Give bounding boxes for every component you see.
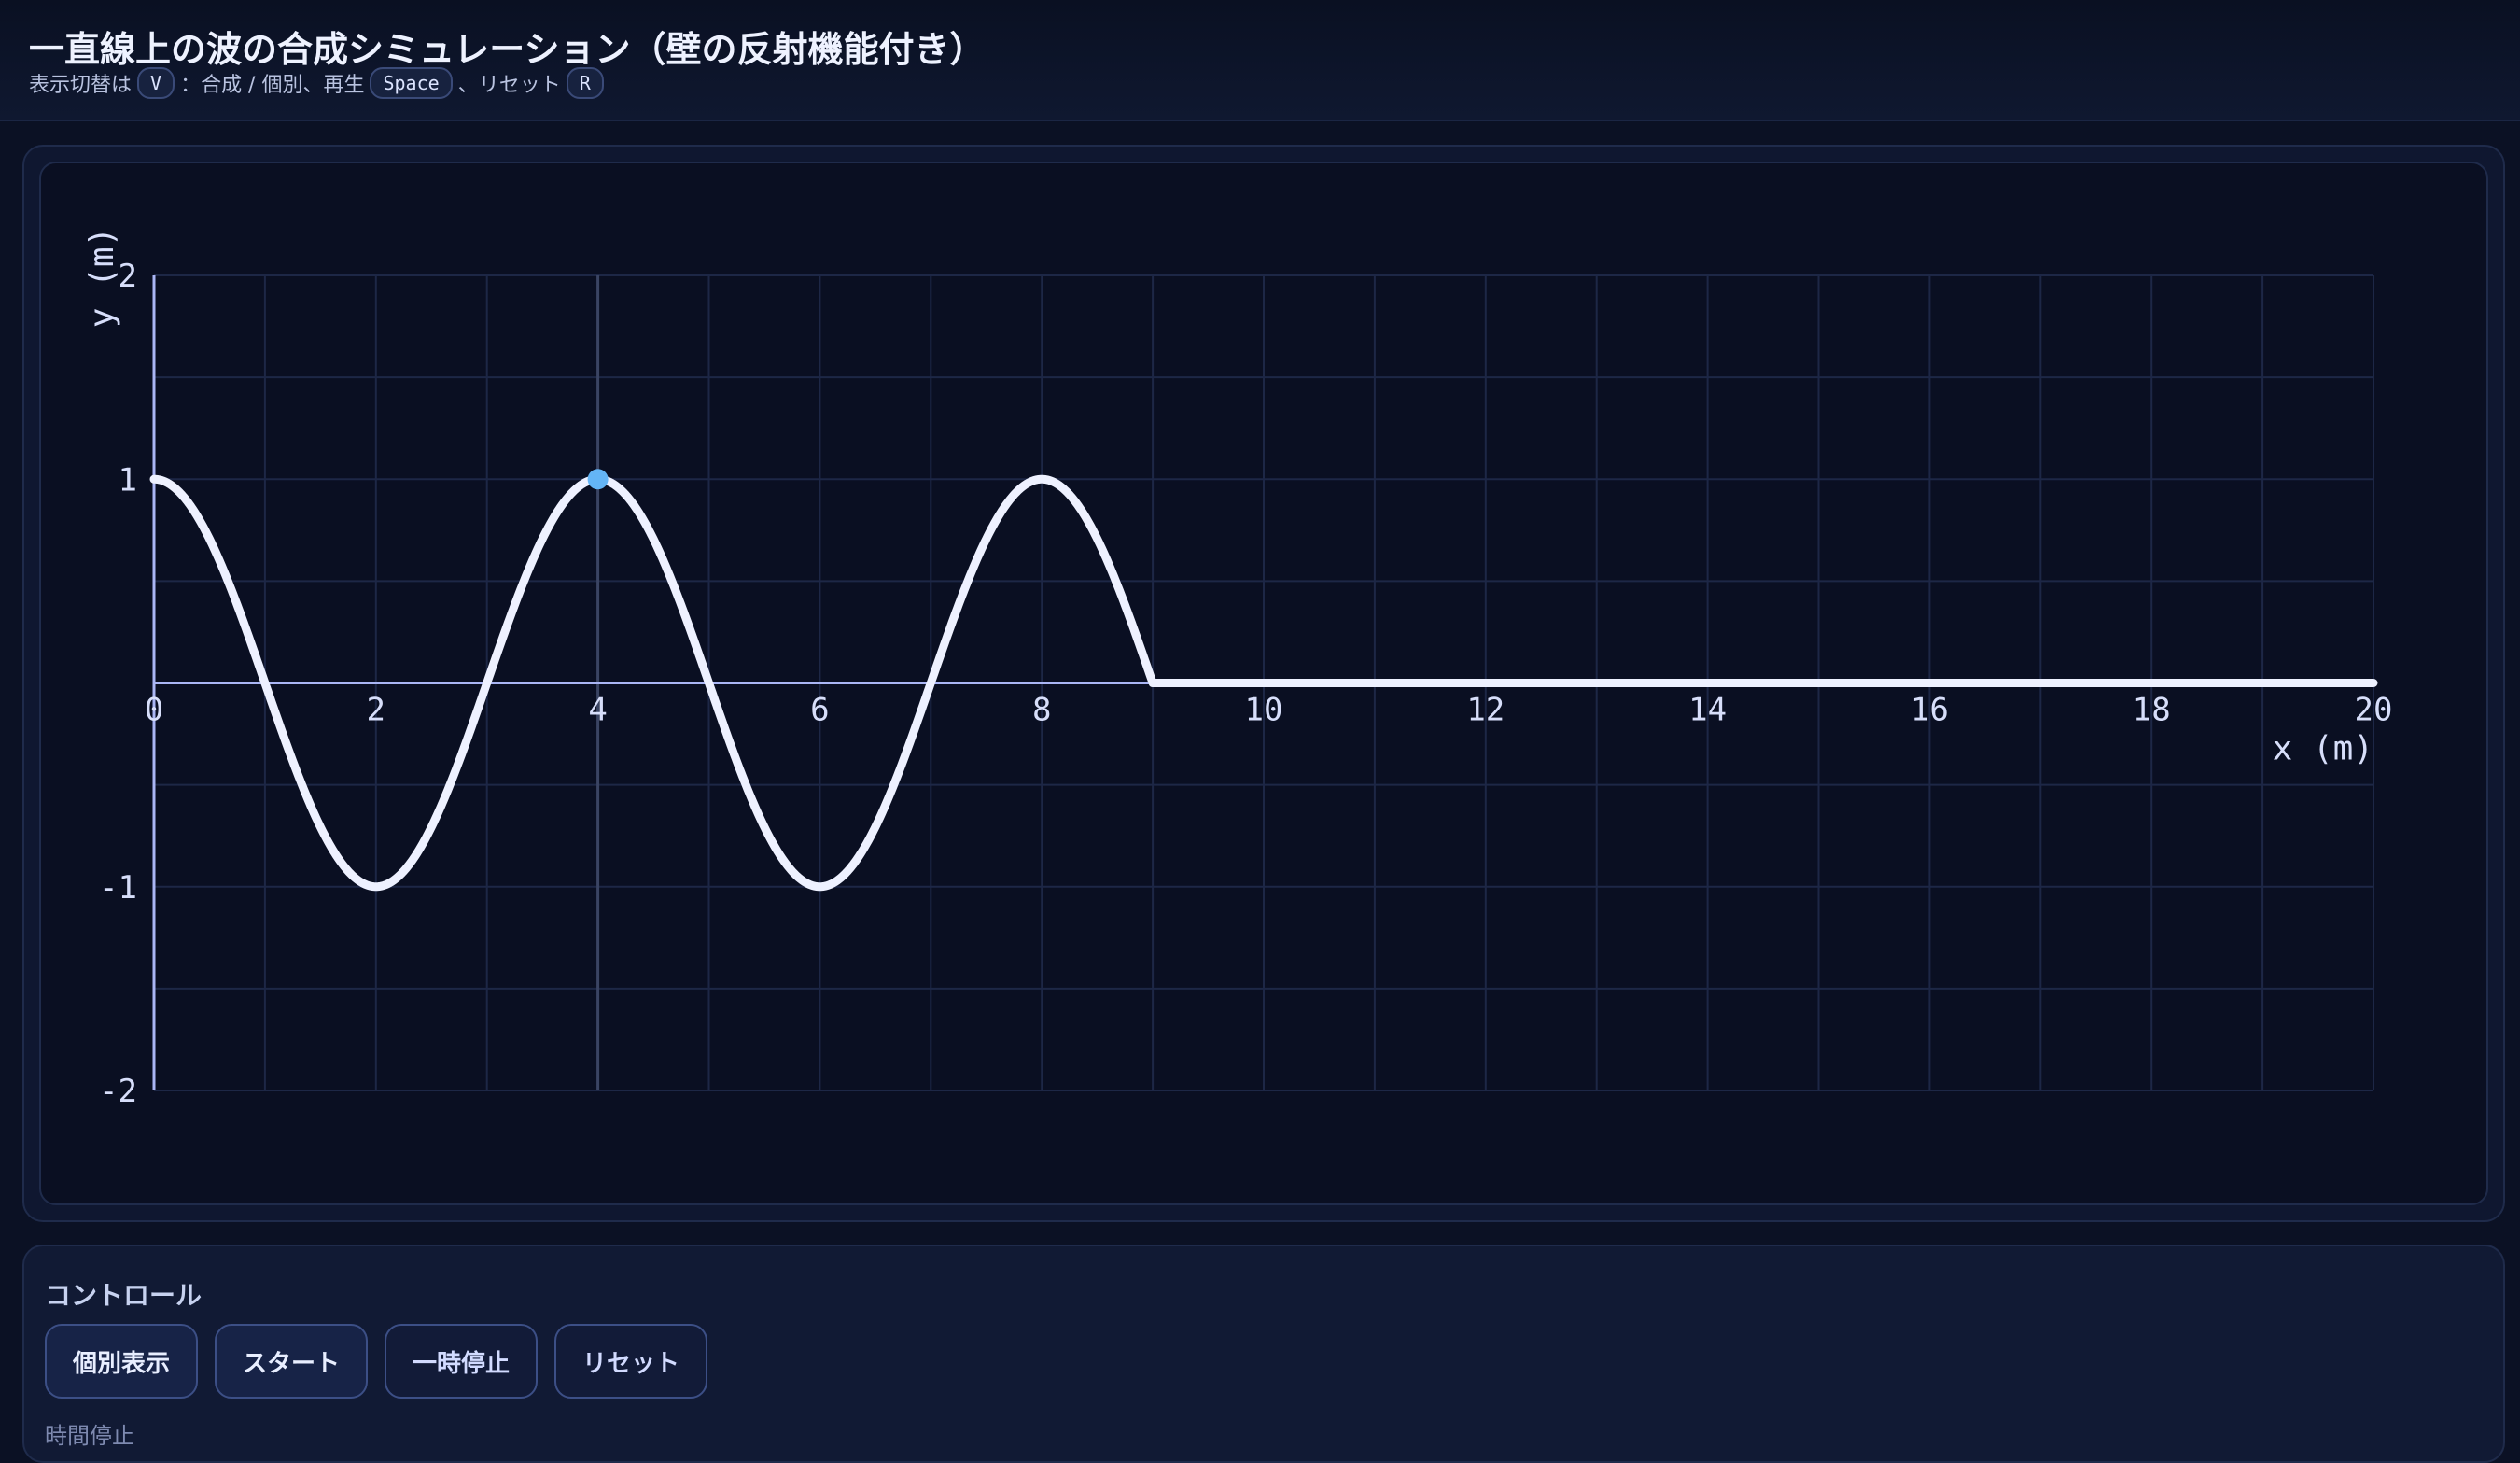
x-axis-title: x (m)	[2273, 730, 2373, 768]
y-tick-label: -2	[99, 1073, 137, 1110]
x-tick-label: 8	[1032, 692, 1051, 729]
hint-view-desc: ：合成 / 個別、再生	[180, 74, 365, 97]
plot-panel: 0 2 4 6 8 10 12 14 16 18 20 2 1 -1 -2 x (m) y (m)	[39, 162, 2488, 1205]
y-tick-label: 1	[119, 461, 137, 499]
x-tick-label: 14	[1688, 692, 1727, 729]
reset-button[interactable]: リセット	[554, 1324, 708, 1399]
y-axis-title: y (m)	[83, 227, 121, 328]
x-tick-label: 12	[1466, 692, 1505, 729]
wave-chart[interactable]: 0 2 4 6 8 10 12 14 16 18 2021-1-2x (m)y (m)	[41, 163, 2486, 1203]
x-tick-label: 0	[145, 692, 163, 729]
x-tick-label: 4	[588, 692, 607, 729]
key-reset-badge: R	[566, 67, 604, 99]
x-tick-label: 20	[2355, 692, 2393, 729]
hint-reset-desc: 、リセット	[457, 74, 561, 97]
control-title: コントロール	[45, 1280, 203, 1311]
y-tick-label: -1	[99, 869, 137, 907]
x-tick-label: 6	[810, 692, 829, 729]
x-tick-label: 16	[1911, 692, 1949, 729]
key-view-badge: V	[137, 67, 175, 99]
x-tick-label: 2	[367, 692, 385, 729]
shortcut-hint: 表示切替は V ：合成 / 個別、再生 Space 、リセット R	[29, 67, 604, 99]
probe-marker-point[interactable]	[587, 469, 609, 490]
time-control-label: 時間停止	[45, 1423, 134, 1449]
hint-prefix: 表示切替は	[29, 74, 133, 97]
app-header: 一直線上の波の合成シミュレーション（壁の反射機能付き） 表示切替は V ：合成 …	[0, 0, 2520, 121]
x-tick-label: 18	[2133, 692, 2171, 729]
toggle-view-button[interactable]: 個別表示	[45, 1324, 199, 1399]
start-button[interactable]: スタート	[215, 1324, 369, 1399]
control-buttons: 個別表示 スタート 一時停止 リセット	[45, 1324, 708, 1399]
x-tick-label: 10	[1245, 692, 1283, 729]
pause-button[interactable]: 一時停止	[385, 1324, 539, 1399]
page-title: 一直線上の波の合成シミュレーション（壁の反射機能付き）	[29, 29, 986, 70]
key-play-badge: Space	[370, 67, 453, 99]
